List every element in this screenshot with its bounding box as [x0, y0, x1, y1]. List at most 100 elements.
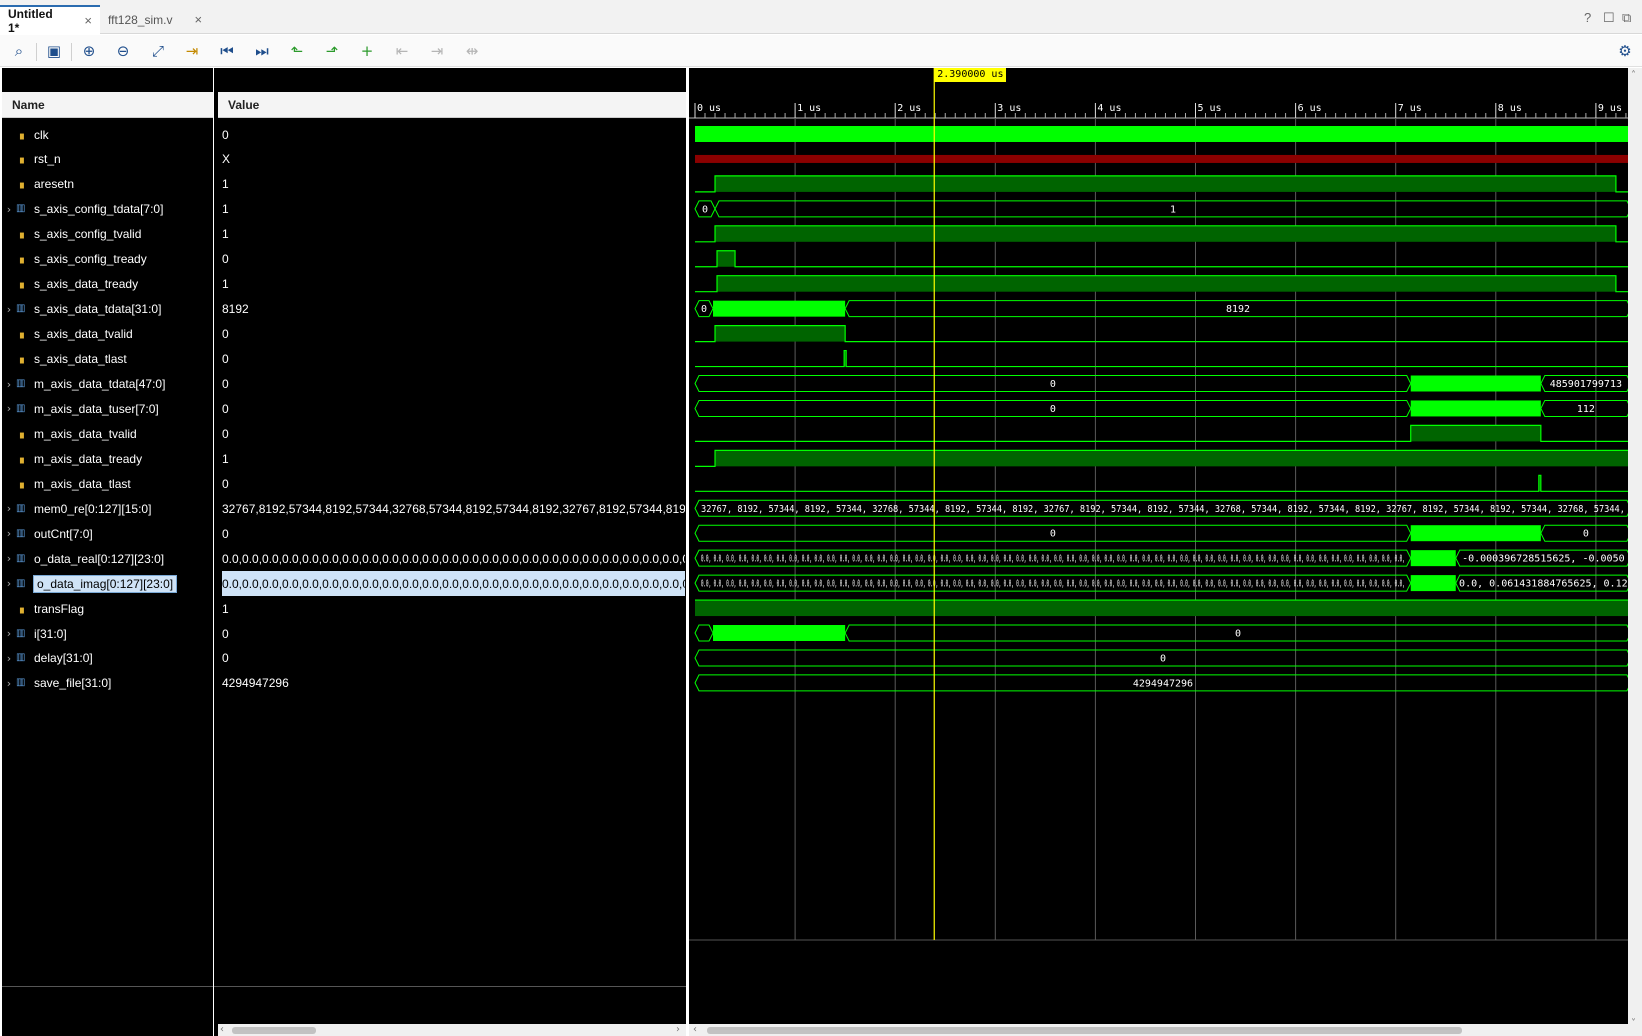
signal-row[interactable]: › ▥ s_axis_config_tdata[7:0] — [2, 197, 212, 222]
signal-row[interactable]: ▗ transFlag — [2, 596, 212, 621]
chevron-right-icon[interactable]: › — [2, 652, 16, 665]
signal-value[interactable]: 1 — [222, 272, 685, 297]
signal-row[interactable]: › ▥ i[31:0] — [2, 621, 212, 646]
tab-untitled-1[interactable]: Untitled 1* × — [0, 5, 100, 35]
signal-value[interactable]: 0 — [222, 521, 685, 546]
name-column-header[interactable]: Name — [2, 92, 213, 118]
go-to-cursor-icon[interactable]: ⇥ — [181, 40, 203, 62]
bit-signal-icon: ▗ — [16, 253, 24, 265]
tab-fft128-sim[interactable]: fft128_sim.v × — [100, 5, 212, 34]
signal-value[interactable]: 0 — [222, 122, 685, 147]
signal-row[interactable]: › ▥ outCnt[7:0] — [2, 521, 212, 546]
chevron-right-icon[interactable]: › — [2, 203, 16, 216]
signal-row[interactable]: › ▥ m_axis_data_tuser[7:0] — [2, 396, 212, 421]
next-marker-icon[interactable]: ⇥ — [426, 40, 448, 62]
signal-row[interactable]: › ▥ mem0_re[0:127][15:0] — [2, 496, 212, 521]
scroll-up-icon[interactable]: ˄ — [1631, 70, 1636, 81]
zoom-in-icon[interactable]: ⊕ — [78, 40, 100, 62]
signal-value[interactable]: X — [222, 147, 685, 172]
bit-signal-icon: ▗ — [16, 178, 24, 190]
add-marker-icon[interactable]: + — [356, 40, 378, 62]
scroll-thumb[interactable] — [707, 1027, 1462, 1034]
scroll-left-icon[interactable]: ‹ — [693, 1024, 697, 1035]
signal-row[interactable]: › ▥ save_file[31:0] — [2, 671, 212, 696]
signal-value[interactable]: 8192 — [222, 297, 685, 322]
chevron-right-icon[interactable]: › — [2, 527, 16, 540]
name-panel: Name ▗ clk ▗ rst_n ▗ aresetn › ▥ s_axis_config_t… — [2, 68, 213, 1036]
signal-value[interactable]: 0 — [222, 347, 685, 372]
signal-row[interactable]: ▗ s_axis_data_tvalid — [2, 322, 212, 347]
waveform-panel[interactable]: 0 us 1 us 2 us 3 us 4 us 5 us 6 us 7 us 8 us 9 us… — [689, 68, 1628, 1036]
signal-row[interactable]: ▗ s_axis_config_tvalid — [2, 222, 212, 247]
signal-row[interactable]: ▗ s_axis_data_tready — [2, 272, 212, 297]
ruler-tick-label: 5 us — [1198, 103, 1222, 114]
go-to-end-icon[interactable]: ⏭ — [251, 40, 273, 62]
scroll-down-icon[interactable]: ˅ — [1631, 1018, 1636, 1029]
signal-value[interactable]: 1 — [222, 222, 685, 247]
signal-row[interactable]: ▗ rst_n — [2, 147, 212, 172]
swap-cursors-icon[interactable]: ⇹ — [461, 40, 483, 62]
signal-value[interactable]: 0.0,0.0,0.0,0.0,0.0,0.0,0.0,0.0,0.0,0.0,… — [222, 571, 685, 597]
wave-horizontal-scrollbar[interactable]: ‹ — [689, 1024, 1628, 1036]
signal-value[interactable]: 0 — [222, 471, 685, 496]
signal-row[interactable]: › ▥ o_data_imag[0:127][23:0] — [2, 571, 212, 596]
chevron-right-icon[interactable]: › — [2, 378, 16, 391]
signal-row[interactable]: ▗ m_axis_data_tlast — [2, 471, 212, 496]
scroll-left-icon[interactable]: ‹ — [220, 1024, 224, 1035]
signal-row[interactable]: ▗ s_axis_config_tready — [2, 247, 212, 272]
save-icon[interactable]: ▣ — [43, 40, 65, 62]
bit-wave — [695, 474, 1628, 492]
signal-row[interactable]: ▗ clk — [2, 122, 212, 147]
signal-value[interactable]: 0 — [222, 322, 685, 347]
signal-value[interactable]: 1 — [222, 172, 685, 197]
chevron-right-icon[interactable]: › — [2, 627, 16, 640]
signal-row[interactable]: ▗ s_axis_data_tlast — [2, 347, 212, 372]
chevron-right-icon[interactable]: › — [2, 677, 16, 690]
previous-marker-icon[interactable]: ⇤ — [391, 40, 413, 62]
bus-value-label: -0.000396728515625, -0.0050 — [1462, 554, 1625, 565]
cursor-time-label[interactable]: 2.390000 us — [934, 68, 1007, 82]
scroll-right-icon[interactable]: › — [676, 1024, 680, 1035]
signal-value[interactable]: 4294947296 — [222, 671, 685, 696]
go-to-start-icon[interactable]: ⏮ — [216, 40, 238, 62]
wave-vertical-scrollbar[interactable]: ˄ ˅ — [1628, 68, 1642, 1036]
chevron-right-icon[interactable]: › — [2, 502, 16, 515]
previous-transition-icon[interactable]: ⬑ — [286, 40, 308, 62]
signal-value[interactable]: 0 — [222, 646, 685, 671]
signal-value[interactable]: 1 — [222, 446, 685, 471]
signal-row[interactable]: ▗ m_axis_data_tvalid — [2, 421, 212, 446]
zoom-out-icon[interactable]: ⊖ — [112, 40, 134, 62]
signal-value[interactable]: 32767,8192,57344,8192,57344,32768,57344,… — [222, 496, 685, 521]
signal-row[interactable]: › ▥ s_axis_data_tdata[31:0] — [2, 297, 212, 322]
signal-row[interactable]: ▗ m_axis_data_tready — [2, 446, 212, 471]
search-icon[interactable]: ⌕ — [8, 40, 30, 62]
zoom-fit-icon[interactable]: ⤢ — [147, 40, 169, 62]
maximize-icon[interactable]: ⧉ — [1622, 10, 1631, 26]
scroll-thumb[interactable] — [232, 1027, 316, 1034]
restore-icon[interactable]: ☐ — [1603, 10, 1615, 26]
value-horizontal-scrollbar[interactable]: ‹ › — [218, 1024, 686, 1036]
signal-value[interactable]: 1 — [222, 197, 685, 222]
close-icon[interactable]: × — [194, 12, 202, 27]
chevron-right-icon[interactable]: › — [2, 402, 16, 415]
waveform-canvas[interactable]: 0 us 1 us 2 us 3 us 4 us 5 us 6 us 7 us 8 us 9 us… — [689, 68, 1628, 1008]
chevron-right-icon[interactable]: › — [2, 577, 16, 590]
signal-row[interactable]: › ▥ delay[31:0] — [2, 646, 212, 671]
gear-icon[interactable]: ⚙ — [1614, 40, 1636, 62]
next-transition-icon[interactable]: ⬏ — [321, 40, 343, 62]
signal-value[interactable]: 0.0,0.0,0.0,0.0,0.0,0.0,0.0,0.0,0.0,0.0,… — [222, 546, 685, 571]
signal-row[interactable]: › ▥ o_data_real[0:127][23:0] — [2, 546, 212, 571]
signal-value[interactable]: 0 — [222, 421, 685, 446]
help-icon[interactable]: ? — [1584, 10, 1591, 25]
chevron-right-icon[interactable]: › — [2, 303, 16, 316]
close-icon[interactable]: × — [84, 13, 92, 28]
signal-value[interactable]: 0 — [222, 621, 685, 646]
signal-row[interactable]: › ▥ m_axis_data_tdata[47:0] — [2, 372, 212, 397]
value-column-header[interactable]: Value — [218, 92, 686, 118]
signal-row[interactable]: ▗ aresetn — [2, 172, 212, 197]
chevron-right-icon[interactable]: › — [2, 552, 16, 565]
signal-value[interactable]: 1 — [222, 596, 685, 621]
signal-value[interactable]: 0 — [222, 372, 685, 397]
signal-value[interactable]: 0 — [222, 247, 685, 272]
signal-value[interactable]: 0 — [222, 396, 685, 421]
